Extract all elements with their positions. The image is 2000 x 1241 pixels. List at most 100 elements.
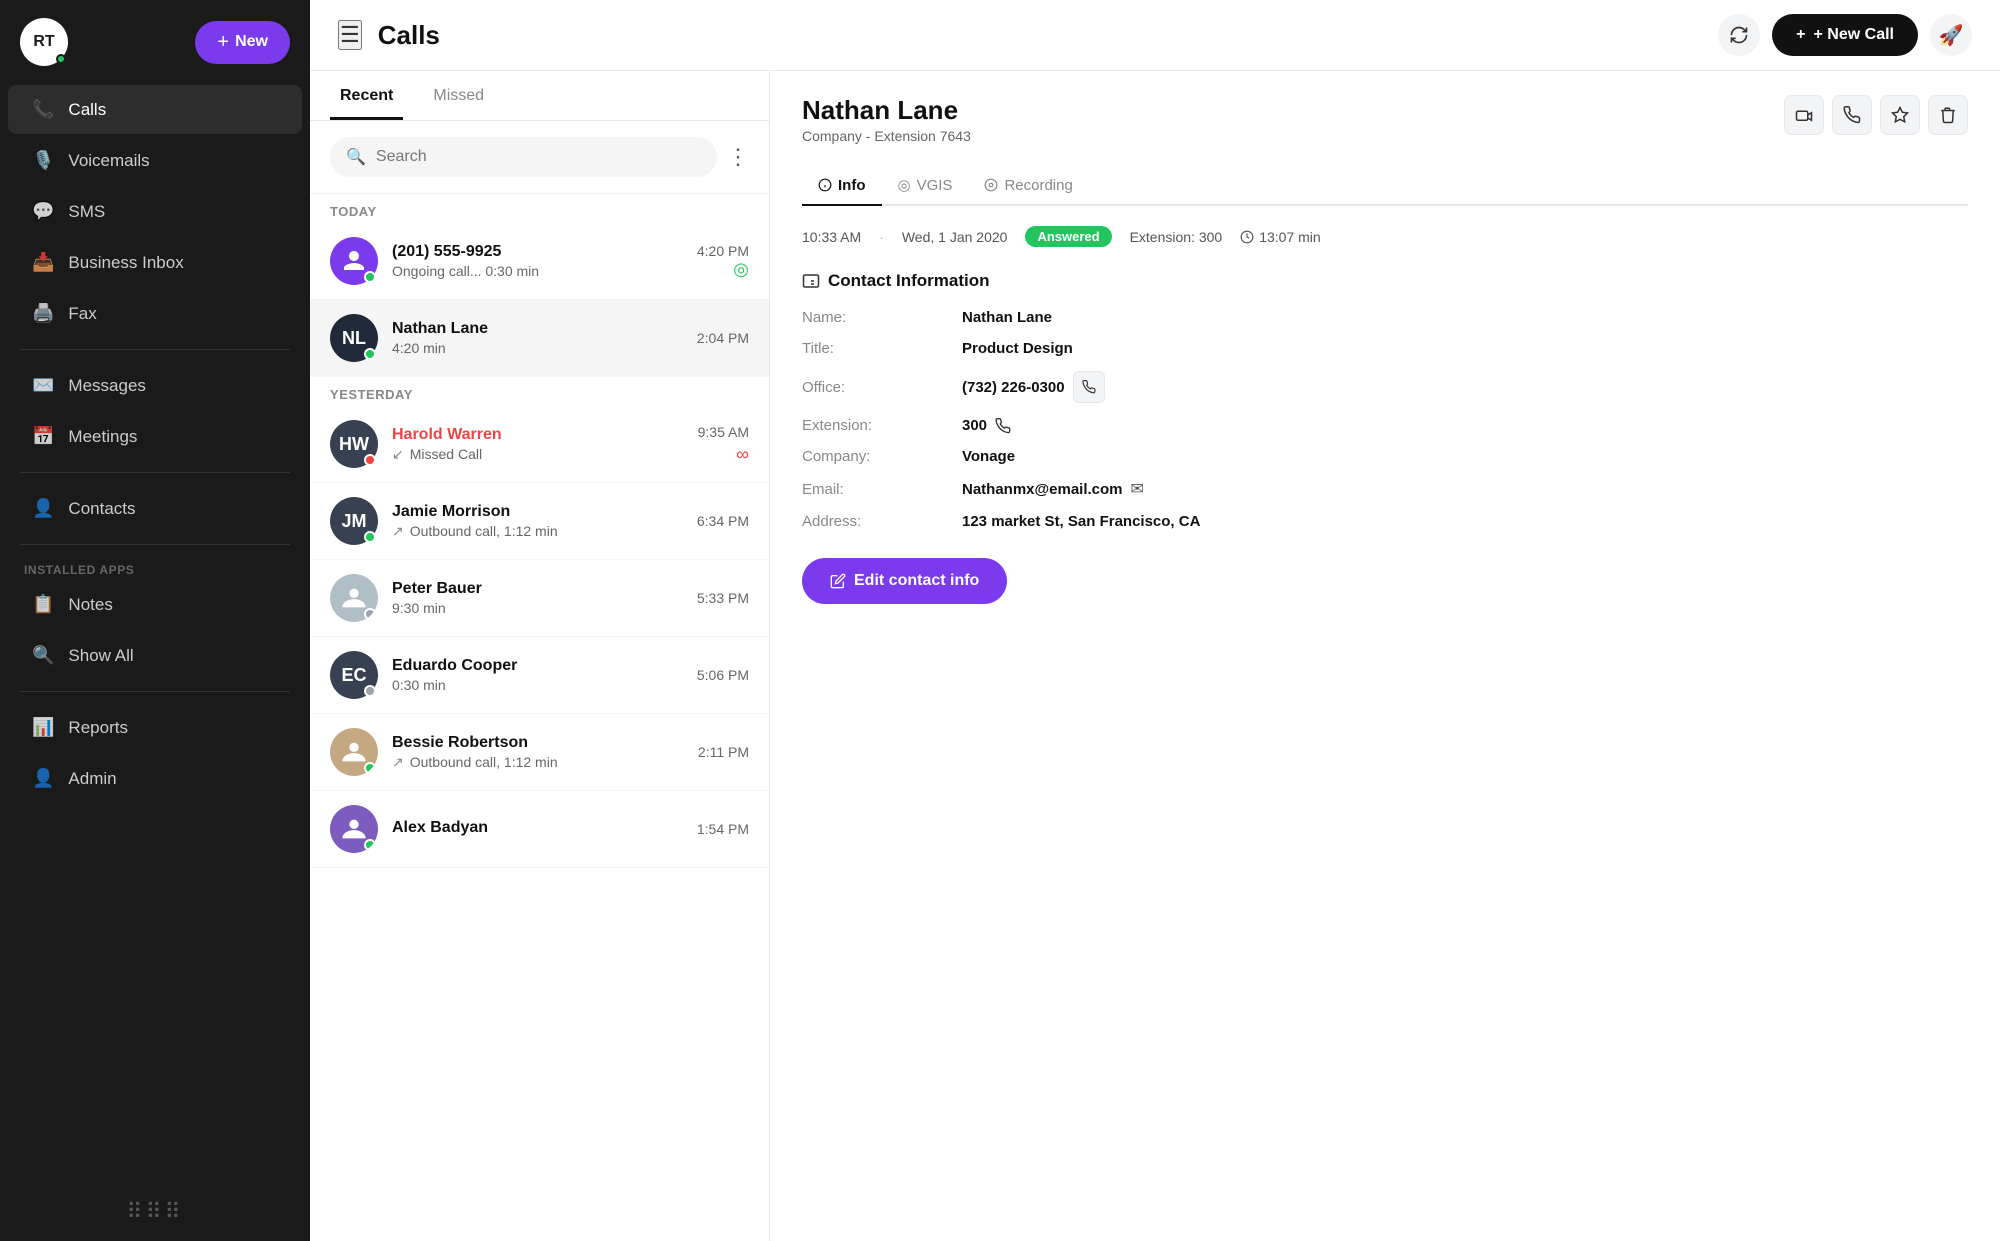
call-name: Peter Bauer [392,580,683,598]
sidebar-divider-1 [20,349,290,350]
sidebar-item-messages[interactable]: ✉️ Messages [8,361,302,410]
call-name-missed: Harold Warren [392,426,684,444]
delete-button[interactable] [1928,95,1968,135]
call-right: 5:33 PM [697,590,749,606]
rocket-button[interactable]: 🚀 [1930,14,1972,56]
call-item[interactable]: HW Harold Warren ↙ Missed Call 9:35 AM ∞ [310,406,769,483]
messages-icon: ✉️ [32,375,54,396]
sidebar-item-voicemails[interactable]: 🎙️ Voicemails [8,136,302,185]
new-call-button[interactable]: + + New Call [1772,14,1918,56]
plus-icon: + [1796,26,1805,44]
sidebar-item-show-all[interactable]: 🔍 Show All [8,631,302,680]
calls-list-panel: Recent Missed 🔍 ⋮ TODAY [310,71,770,1241]
fax-icon: 🖨️ [32,303,54,324]
call-name: Alex Badyan [392,819,683,837]
call-info: Nathan Lane 4:20 min [392,320,683,356]
topbar: ☰ Calls + + New Call 🚀 [310,0,2000,71]
page-title: Calls [378,20,440,51]
call-item[interactable]: Peter Bauer 9:30 min 5:33 PM [310,560,769,637]
contact-field-extension: Extension: 300 [802,417,1968,434]
office-value: (732) 226-0300 [962,379,1065,396]
sidebar: RT + calls New 📞 Calls 🎙️ Voicemails 💬 S… [0,0,310,1241]
status-dot [364,762,376,774]
topbar-left: ☰ Calls [338,20,440,51]
duration-meta: 13:07 min [1240,229,1320,245]
show-all-icon: 🔍 [32,645,54,666]
sidebar-item-sms[interactable]: 💬 SMS [8,187,302,236]
contact-detail-header: Nathan Lane Company - Extension 7643 [802,95,1968,144]
sidebar-item-reports[interactable]: 📊 Reports [8,703,302,752]
email-icon: ✉ [1131,479,1144,499]
call-sub: 4:20 min [392,340,683,356]
call-item[interactable]: Bessie Robertson ↗ Outbound call, 1:12 m… [310,714,769,791]
call-button[interactable] [1832,95,1872,135]
more-options-button[interactable]: ⋮ [727,144,749,170]
status-badge: Answered [1025,226,1111,247]
email-value: Nathanmx@email.com [962,481,1123,498]
call-info: Harold Warren ↙ Missed Call [392,426,684,463]
inbox-icon: 📥 [32,252,54,273]
search-row: 🔍 ⋮ [310,121,769,194]
call-item[interactable]: (201) 555-9925 Ongoing call... 0:30 min … [310,223,769,300]
status-dot [364,271,376,283]
address-label: Address: [802,513,942,530]
person-icon [340,584,368,612]
call-item[interactable]: JM Jamie Morrison ↗ Outbound call, 1:12 … [310,483,769,560]
contact-name: Nathan Lane [802,95,971,126]
person-icon [340,738,368,766]
outbound-arrow-icon: ↗ [392,754,404,771]
call-meta: 10:33 AM · Wed, 1 Jan 2020 Answered Exte… [802,226,1968,247]
call-right: 2:11 PM [698,744,749,760]
person-icon [340,815,368,843]
sidebar-navigation: 📞 Calls 🎙️ Voicemails 💬 SMS 📥 Business I… [0,84,310,1183]
sync-button[interactable] [1718,14,1760,56]
company-value: Vonage [962,448,1968,465]
sidebar-item-business-inbox[interactable]: 📥 Business Inbox [8,238,302,287]
section-header-yesterday: YESTERDAY [310,377,769,406]
notes-icon: 📋 [32,594,54,615]
call-name: Eduardo Cooper [392,657,683,675]
call-sub: Ongoing call... 0:30 min [392,263,683,279]
online-indicator [56,54,66,64]
new-button[interactable]: + calls New [195,21,290,64]
tab-recent[interactable]: Recent [330,71,403,120]
contact-info-header: Contact Information [802,271,1968,291]
calls-scroll: TODAY (201) 555-9925 Ongoing call... 0:3… [310,194,769,1241]
call-sub: ↗ Outbound call, 1:12 min [392,523,683,540]
sidebar-divider-2 [20,472,290,473]
tab-missed[interactable]: Missed [423,71,494,120]
star-button[interactable] [1880,95,1920,135]
call-item[interactable]: Alex Badyan 1:54 PM [310,791,769,868]
video-call-button[interactable] [1784,95,1824,135]
grid-icon: ⠿⠿⠿ [126,1199,183,1225]
call-item[interactable]: NL Nathan Lane 4:20 min 2:04 PM [310,300,769,377]
contacts-icon: 👤 [32,498,54,519]
user-avatar: RT [20,18,68,66]
extension-label: Extension: [802,417,942,434]
sidebar-bottom: ⠿⠿⠿ [0,1183,310,1241]
tab-info[interactable]: Info [802,164,882,206]
calls-icon: 📞 [32,99,54,120]
search-icon: 🔍 [346,147,366,167]
content-area: Recent Missed 🔍 ⋮ TODAY [310,71,2000,1241]
search-input[interactable] [376,148,701,166]
section-header-today: TODAY [310,194,769,223]
contact-field-company: Company: Vonage [802,448,1968,465]
sidebar-item-calls[interactable]: 📞 Calls [8,85,302,134]
phone-icon [1843,106,1861,124]
sidebar-item-meetings[interactable]: 📅 Meetings [8,412,302,461]
sidebar-item-contacts[interactable]: 👤 Contacts [8,484,302,533]
call-date: Wed, 1 Jan 2020 [902,229,1008,245]
main-content: ☰ Calls + + New Call 🚀 [310,0,2000,1241]
hamburger-button[interactable]: ☰ [338,20,362,50]
sidebar-item-admin[interactable]: 👤 Admin [8,754,302,803]
contact-field-name: Name: Nathan Lane [802,309,1968,326]
tab-recording[interactable]: Recording [968,164,1088,206]
edit-contact-button[interactable]: Edit contact info [802,558,1007,604]
sidebar-item-notes[interactable]: 📋 Notes [8,580,302,629]
tab-vgis[interactable]: ◎ VGIS [882,164,969,206]
call-office-button[interactable] [1073,371,1105,403]
person-icon [342,249,366,273]
sidebar-item-fax[interactable]: 🖨️ Fax [8,289,302,338]
call-item[interactable]: EC Eduardo Cooper 0:30 min 5:06 PM [310,637,769,714]
